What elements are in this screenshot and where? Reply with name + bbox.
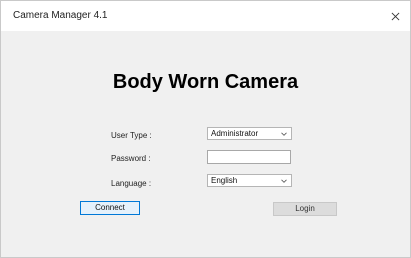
language-select[interactable]: English bbox=[207, 174, 292, 187]
login-panel: Body Worn Camera User Type : Administrat… bbox=[1, 31, 410, 257]
user-type-label: User Type : bbox=[111, 131, 152, 140]
language-label: Language : bbox=[111, 179, 152, 188]
language-value: English bbox=[211, 176, 238, 185]
chevron-down-icon bbox=[281, 132, 287, 136]
login-button[interactable]: Login bbox=[273, 202, 337, 216]
close-icon bbox=[391, 12, 399, 20]
title-bar: Camera Manager 4.1 bbox=[1, 1, 410, 31]
password-label: Password : bbox=[111, 154, 151, 163]
chevron-down-icon bbox=[281, 179, 287, 183]
app-window: Camera Manager 4.1 Body Worn Camera User… bbox=[0, 0, 411, 258]
connect-button[interactable]: Connect bbox=[80, 201, 140, 215]
window-title: Camera Manager 4.1 bbox=[13, 10, 108, 21]
page-title: Body Worn Camera bbox=[112, 71, 299, 93]
user-type-value: Administrator bbox=[211, 129, 259, 138]
password-field[interactable] bbox=[207, 150, 291, 164]
user-type-select[interactable]: Administrator bbox=[207, 127, 292, 140]
close-button[interactable] bbox=[380, 1, 410, 31]
